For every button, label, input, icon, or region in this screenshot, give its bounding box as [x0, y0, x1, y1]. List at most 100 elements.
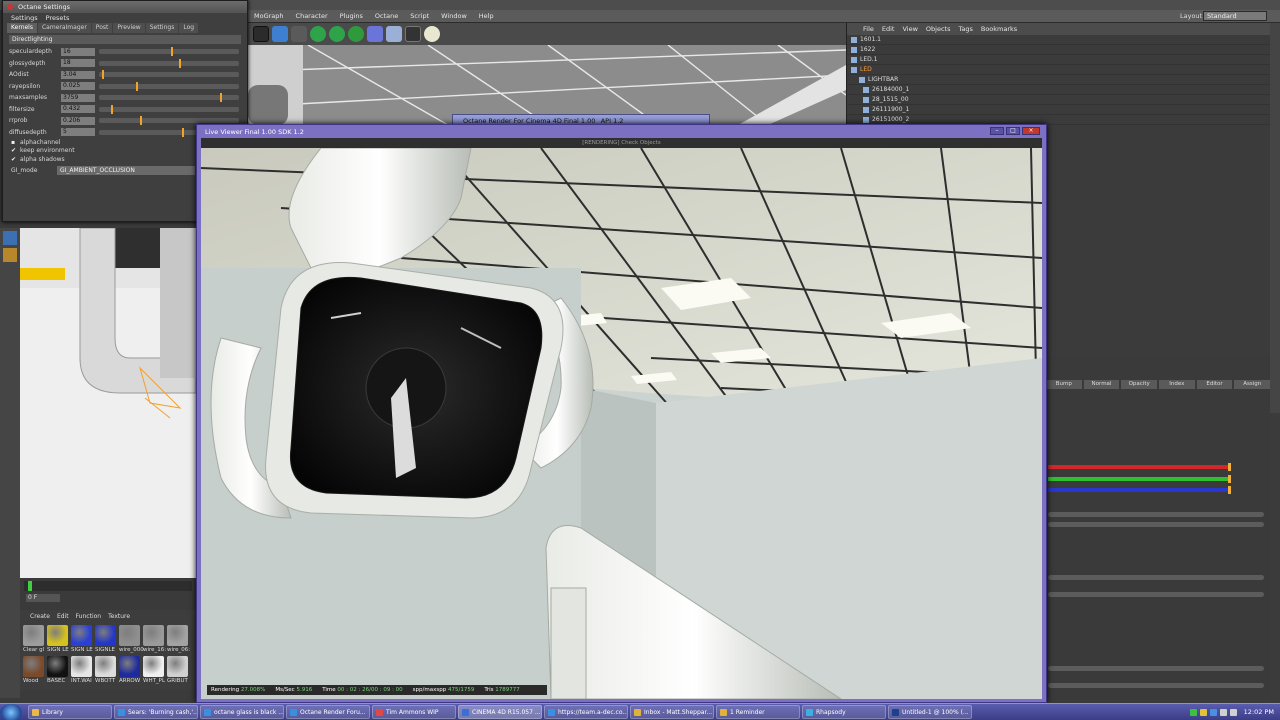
- tab-log[interactable]: Log: [179, 23, 199, 33]
- timeline-playhead[interactable]: [28, 581, 32, 591]
- model-mode-icon[interactable]: [3, 231, 17, 245]
- taskbar-item[interactable]: Inbox - Matt.Sheppar...: [630, 705, 714, 719]
- array-icon[interactable]: [329, 26, 345, 42]
- tab-settings[interactable]: Settings: [145, 23, 179, 33]
- param-slider-knob[interactable]: [181, 127, 184, 137]
- om-menu-tags[interactable]: Tags: [954, 25, 976, 33]
- timeline-frame-field[interactable]: 0 F: [26, 594, 60, 602]
- perspective-viewport[interactable]: [248, 45, 846, 125]
- material-menu-create[interactable]: Create: [30, 613, 50, 620]
- taskbar-item[interactable]: Tim Ammons WIP: [372, 705, 456, 719]
- param-slider-knob[interactable]: [170, 47, 173, 57]
- live-viewer-titlebar[interactable]: Live Viewer Final 1.00 SDK 1.2: [197, 125, 1046, 138]
- pen-icon[interactable]: [291, 26, 307, 42]
- om-menu-view[interactable]: View: [898, 25, 921, 33]
- blue-channel-knob[interactable]: [1228, 486, 1231, 494]
- material-swatch[interactable]: WHT_PL: [143, 656, 165, 684]
- object-row[interactable]: 28_1515_00: [847, 95, 1270, 105]
- layout-select[interactable]: Standard: [1203, 11, 1267, 21]
- tab-cameraimager[interactable]: CameraImager: [37, 23, 91, 33]
- menu-character[interactable]: Character: [290, 12, 334, 20]
- param-slider[interactable]: [99, 93, 239, 103]
- taskbar-item[interactable]: Rhapsody: [802, 705, 886, 719]
- film-icon[interactable]: [253, 26, 269, 42]
- param-value-field[interactable]: 0.025: [61, 82, 95, 91]
- taskbar-clock[interactable]: 12:02 PM: [1244, 708, 1274, 716]
- object-row[interactable]: 1622: [847, 45, 1270, 55]
- taskbar-item[interactable]: https://team.a-dec.co...: [544, 705, 628, 719]
- green-channel-knob[interactable]: [1228, 475, 1231, 483]
- tab-index[interactable]: Index: [1159, 380, 1195, 389]
- param-slider-knob[interactable]: [101, 70, 104, 80]
- om-menu-edit[interactable]: Edit: [878, 25, 899, 33]
- attribute-slider[interactable]: [1048, 683, 1264, 688]
- om-menu-bookmarks[interactable]: Bookmarks: [977, 25, 1021, 33]
- timeline-ruler[interactable]: [24, 581, 192, 591]
- material-swatch[interactable]: INT.WAI: [71, 656, 92, 684]
- menu-octane[interactable]: Octane: [369, 12, 404, 20]
- param-value-field[interactable]: 18: [61, 59, 95, 68]
- gi-mode-select[interactable]: GI_AMBIENT_OCCLUSION: [57, 165, 195, 175]
- light-icon[interactable]: [424, 26, 440, 42]
- maximize-icon[interactable]: □: [1006, 127, 1020, 135]
- texture-mode-icon[interactable]: [3, 248, 17, 262]
- subdivide-icon[interactable]: [310, 26, 326, 42]
- tab-assign[interactable]: Assign: [1234, 380, 1271, 389]
- taskbar-item[interactable]: Untitled-1 @ 100% (...: [888, 705, 972, 719]
- volume-icon[interactable]: [1229, 708, 1237, 716]
- attribute-slider[interactable]: [1048, 575, 1264, 580]
- checkbox-empty-icon[interactable]: ▪: [11, 139, 16, 145]
- attribute-slider[interactable]: [1048, 522, 1264, 527]
- material-swatch[interactable]: wire_000: [119, 625, 144, 653]
- param-slider-knob[interactable]: [111, 104, 114, 114]
- param-slider-knob[interactable]: [179, 58, 182, 68]
- param-slider-knob[interactable]: [140, 116, 143, 126]
- material-swatch[interactable]: SIGNLE: [95, 625, 116, 653]
- param-value-field[interactable]: 0.432: [61, 105, 95, 114]
- floor-icon[interactable]: [386, 26, 402, 42]
- menu-window[interactable]: Window: [435, 12, 473, 20]
- cube-icon[interactable]: [272, 26, 288, 42]
- param-slider[interactable]: [99, 81, 239, 91]
- param-slider[interactable]: [99, 104, 239, 114]
- tab-kernels[interactable]: Kernels: [7, 23, 37, 33]
- material-swatch[interactable]: SIGN LE: [71, 625, 93, 653]
- material-swatch[interactable]: GRIBUT: [167, 656, 188, 684]
- tray-icon[interactable]: [1209, 708, 1217, 716]
- param-slider[interactable]: [99, 70, 239, 80]
- param-value-field[interactable]: 5: [61, 128, 95, 137]
- tab-bump[interactable]: Bump: [1046, 380, 1082, 389]
- object-row[interactable]: LED: [847, 65, 1270, 75]
- object-row[interactable]: 1601.1: [847, 35, 1270, 45]
- object-row[interactable]: LED.1: [847, 55, 1270, 65]
- param-value-field[interactable]: 3.04: [61, 70, 95, 79]
- octane-menu-presets[interactable]: Presets: [46, 14, 70, 22]
- menu-script[interactable]: Script: [404, 12, 435, 20]
- blue-channel-slider[interactable]: [1048, 488, 1230, 492]
- taskbar-item[interactable]: Sears: 'Burning cash,'...: [114, 705, 198, 719]
- camera-icon[interactable]: [405, 26, 421, 42]
- material-swatch[interactable]: SIGN LE: [47, 625, 69, 653]
- material-menu-function[interactable]: Function: [76, 613, 102, 620]
- tab-post[interactable]: Post: [91, 23, 113, 33]
- taskbar-item[interactable]: CINEMA 4D R15.057 ...: [458, 705, 542, 719]
- param-slider[interactable]: [99, 116, 239, 126]
- red-channel-knob[interactable]: [1228, 463, 1231, 471]
- close-icon[interactable]: ×: [1022, 127, 1040, 135]
- material-menu-texture[interactable]: Texture: [108, 613, 130, 620]
- tab-editor[interactable]: Editor: [1196, 380, 1233, 389]
- tab-preview[interactable]: Preview: [113, 23, 145, 33]
- green-channel-slider[interactable]: [1048, 477, 1230, 481]
- taskbar-item[interactable]: 1 Reminder: [716, 705, 800, 719]
- om-menu-file[interactable]: File: [859, 25, 878, 33]
- timeline[interactable]: 0 F: [20, 578, 196, 610]
- object-row[interactable]: 26111900_1: [847, 105, 1270, 115]
- param-slider-knob[interactable]: [220, 93, 223, 103]
- material-swatch[interactable]: WBOTT: [95, 656, 116, 684]
- taskbar-item[interactable]: octane glass is black ...: [200, 705, 284, 719]
- attribute-slider[interactable]: [1048, 666, 1264, 671]
- start-button[interactable]: [0, 703, 22, 720]
- octane-menu-settings[interactable]: Settings: [11, 14, 38, 22]
- left-viewport[interactable]: [20, 228, 196, 578]
- taskbar-item[interactable]: Octane Render Foru...: [286, 705, 370, 719]
